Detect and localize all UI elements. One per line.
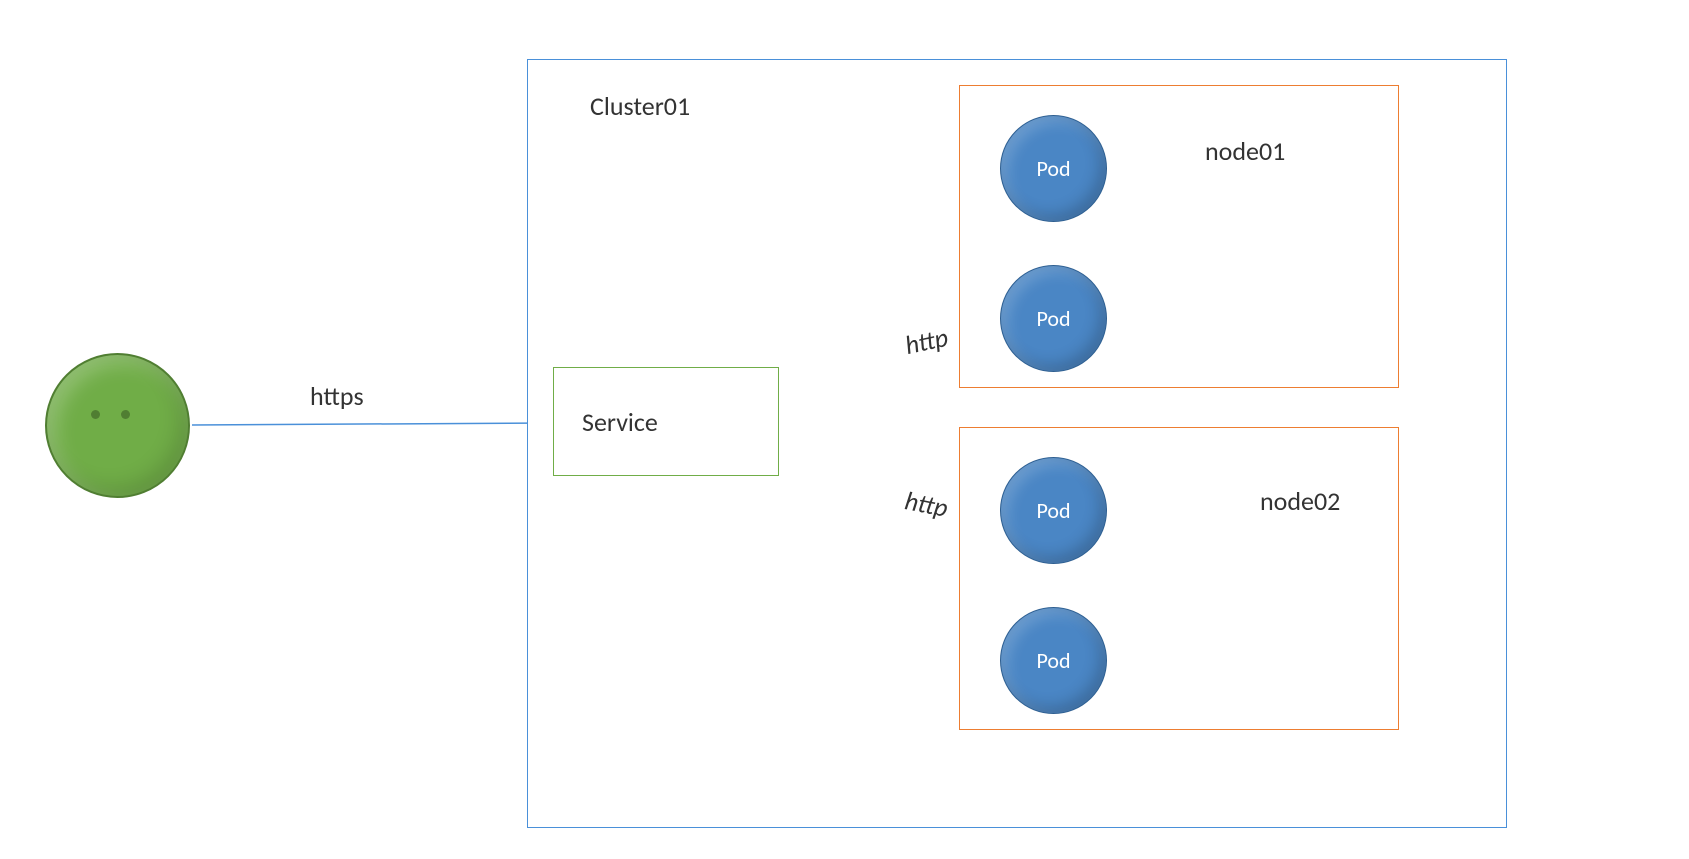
client-icon (45, 353, 190, 498)
pod-circle: Pod (1000, 457, 1107, 564)
pod-label: Pod (1036, 497, 1070, 524)
pod-circle: Pod (1000, 607, 1107, 714)
service-box: Service (553, 367, 779, 476)
architecture-diagram: Cluster01 node01 node02 Service Pod Pod … (0, 0, 1689, 859)
service-label: Service (582, 406, 658, 438)
node-label-node02: node02 (1260, 485, 1340, 517)
node-label-node01: node01 (1205, 135, 1285, 167)
edge-label-https: https (310, 380, 364, 412)
pod-label: Pod (1036, 305, 1070, 332)
cluster-label: Cluster01 (590, 90, 690, 122)
pod-label: Pod (1036, 155, 1070, 182)
pod-circle: Pod (1000, 115, 1107, 222)
pod-circle: Pod (1000, 265, 1107, 372)
pod-label: Pod (1036, 647, 1070, 674)
client-eye-icon (91, 410, 100, 419)
client-eye-icon (121, 410, 130, 419)
